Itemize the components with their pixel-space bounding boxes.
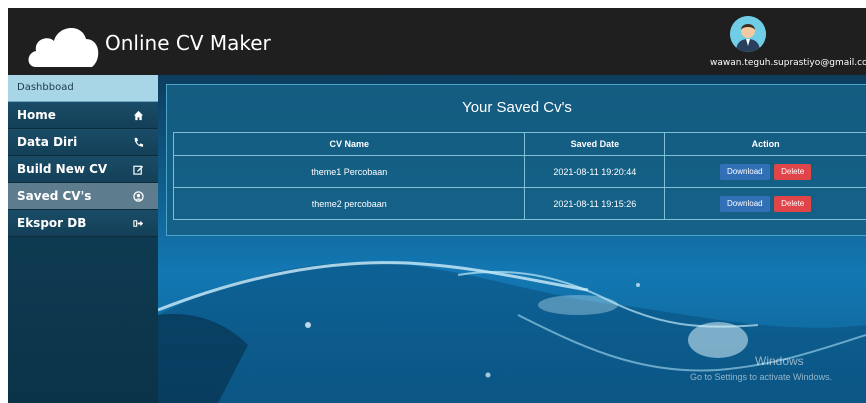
sidebar-item-label: Build New CV <box>17 162 108 176</box>
sidebar-item-label: Home <box>17 108 56 122</box>
table-header-row: CV Name Saved Date Action <box>172 132 866 156</box>
sidebar-item-data-diri[interactable]: Data Diri <box>8 129 158 156</box>
phone-icon <box>134 137 144 147</box>
column-header-action: Action <box>664 132 866 156</box>
delete-button[interactable]: Delete <box>774 195 812 212</box>
cloud-logo-icon <box>28 27 99 67</box>
user-avatar-icon <box>730 16 766 52</box>
saved-cvs-table: CV Name Saved Date Action theme1 Percoba… <box>172 132 866 220</box>
column-header-cv-name: CV Name <box>172 132 526 156</box>
sidebar-item-label: Saved CV's <box>17 189 92 203</box>
home-icon <box>133 110 144 120</box>
sidebar-item-ekspor-db[interactable]: Ekspor DB <box>8 210 158 237</box>
top-bar: Online CV Maker wawan.teguh.suprastiyo@g… <box>8 8 866 75</box>
sidebar-header[interactable]: Dashbboad <box>8 75 158 102</box>
table-row: theme2 percobaan 2021-08-11 19:15:26 Dow… <box>172 187 866 220</box>
user-avatar[interactable] <box>730 16 766 52</box>
sidebar-item-saved-cvs[interactable]: Saved CV's <box>8 183 158 210</box>
saved-date-cell: 2021-08-11 19:20:44 <box>524 155 666 188</box>
page-title: Your Saved Cv's <box>462 99 572 116</box>
sidebar-item-label: Ekspor DB <box>17 216 87 230</box>
download-button[interactable]: Download <box>720 163 770 180</box>
sidebar-item-build-new-cv[interactable]: Build New CV <box>8 156 158 183</box>
edit-icon <box>133 165 144 175</box>
user-email[interactable]: wawan.teguh.suprastiyo@gmail.com <box>710 58 866 68</box>
sign-out-icon <box>133 219 144 227</box>
download-button[interactable]: Download <box>720 195 770 212</box>
user-circle-icon <box>133 190 144 202</box>
activation-watermark-text: Go to Settings to activate Windows. <box>690 372 833 382</box>
delete-button[interactable]: Delete <box>774 163 812 180</box>
action-cell: Download Delete <box>664 155 866 188</box>
sidebar-item-label: Data Diri <box>17 135 78 149</box>
cv-name-cell: theme2 percobaan <box>172 187 526 220</box>
action-cell: Download Delete <box>664 187 866 220</box>
column-header-saved-date: Saved Date <box>524 132 666 156</box>
sidebar: Dashbboad Home Data Diri Build New CV Sa… <box>8 75 158 403</box>
activation-watermark-title: Windows <box>755 354 804 368</box>
cv-name-cell: theme1 Percobaan <box>172 155 526 188</box>
sidebar-item-home[interactable]: Home <box>8 102 158 129</box>
saved-cvs-panel: Your Saved Cv's CV Name Saved Date Actio… <box>166 84 866 236</box>
table-row: theme1 Percobaan 2021-08-11 19:20:44 Dow… <box>172 155 866 188</box>
app-title: Online CV Maker <box>105 31 271 55</box>
saved-date-cell: 2021-08-11 19:15:26 <box>524 187 666 220</box>
